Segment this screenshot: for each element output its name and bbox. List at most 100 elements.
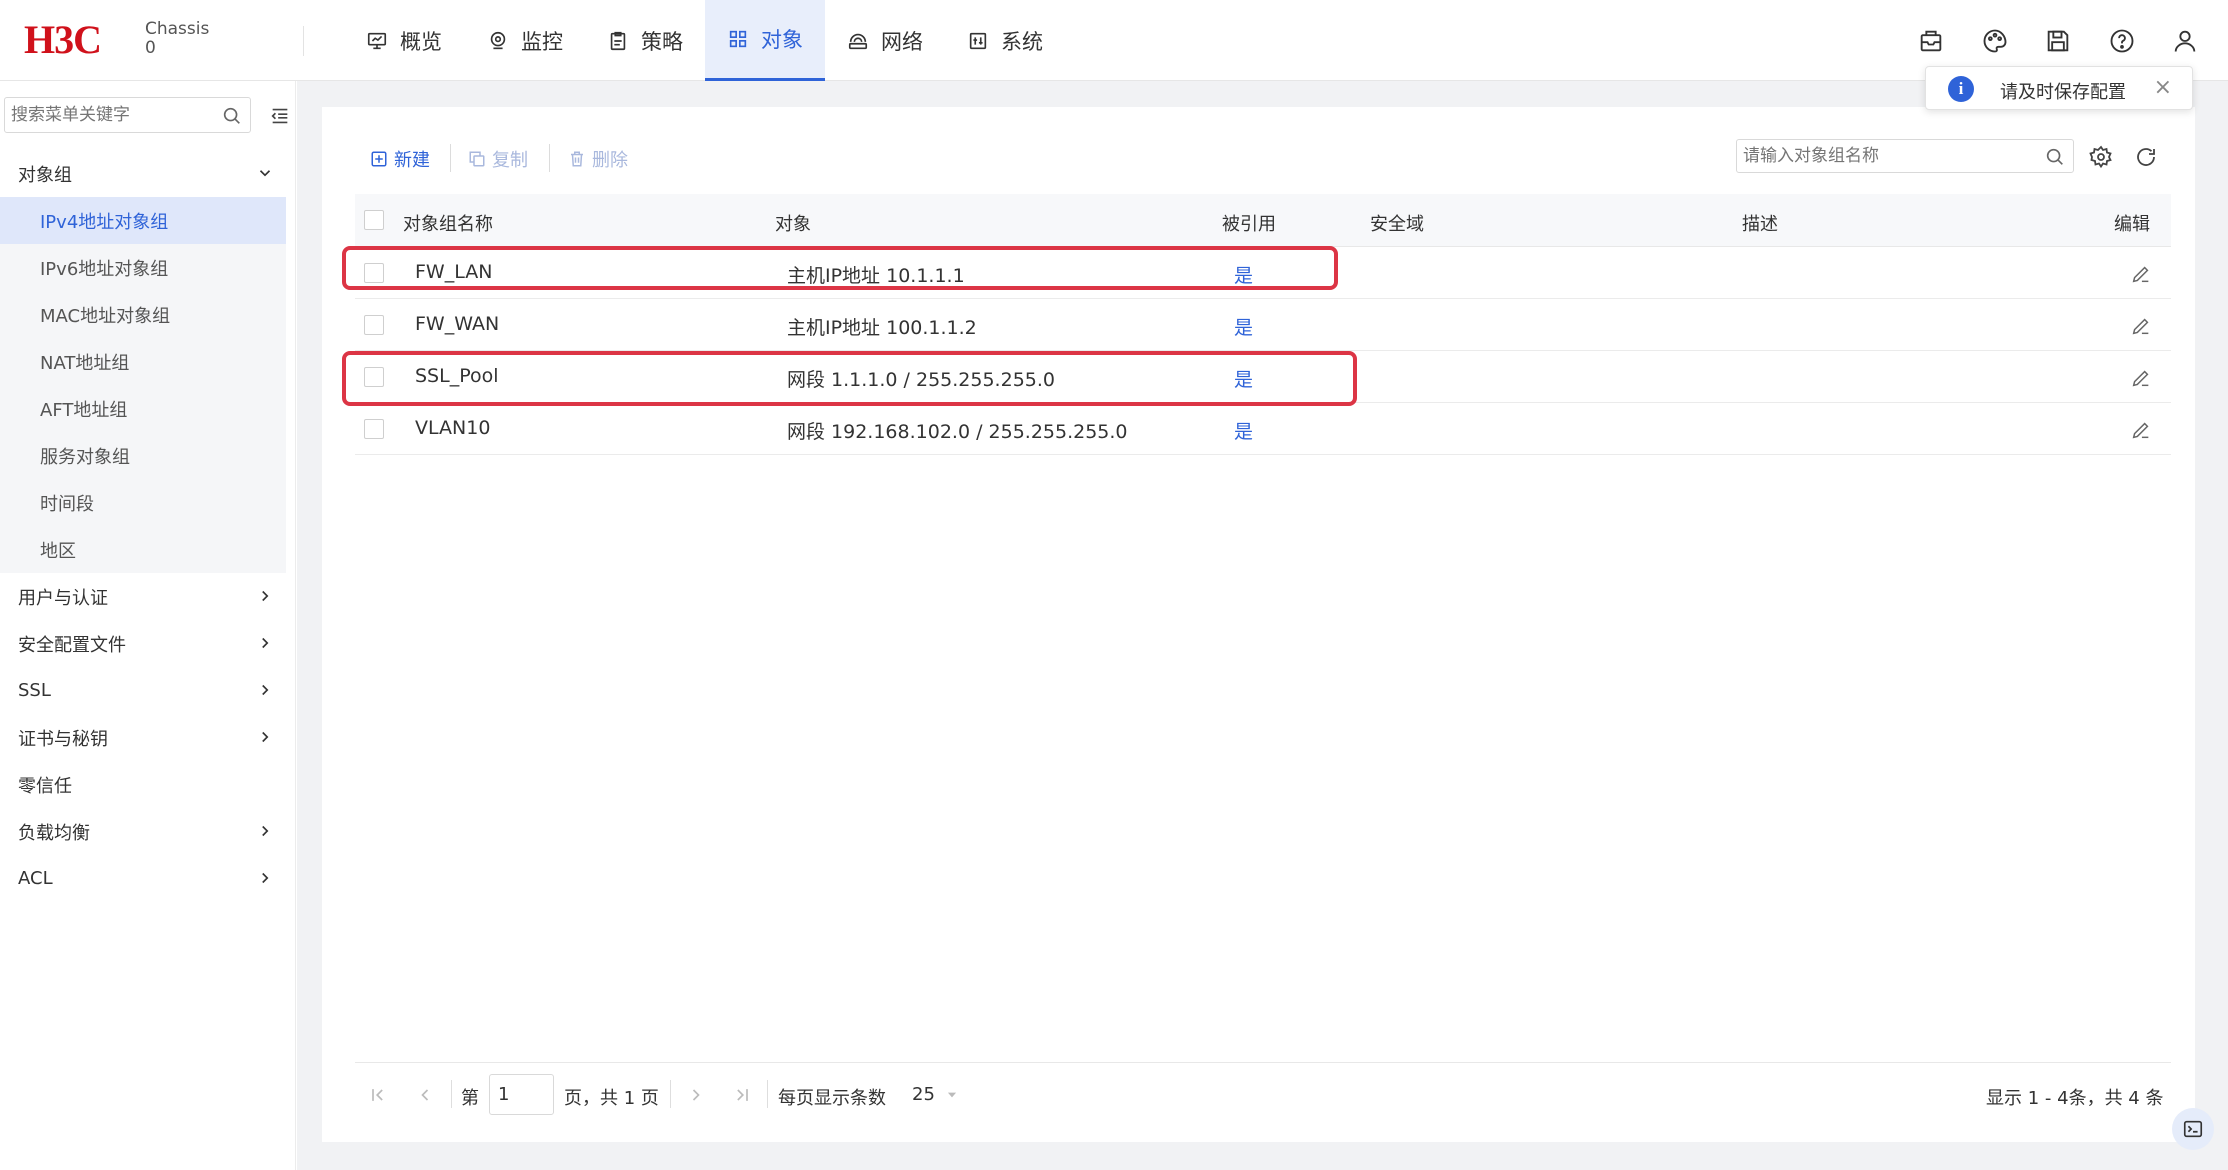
sidebar-item-service-group[interactable]: 服务对象组: [0, 432, 286, 479]
first-page-icon[interactable]: [368, 1085, 388, 1105]
edit-icon[interactable]: [2130, 263, 2152, 285]
delete-button[interactable]: 删除: [568, 144, 628, 174]
table-row[interactable]: VLAN10 网段 192.168.102.0 / 255.255.255.0 …: [355, 403, 2171, 455]
help-icon[interactable]: [2108, 27, 2136, 55]
tab-label: 对象: [761, 28, 803, 52]
sidebar-item-aft-group[interactable]: AFT地址组: [0, 385, 286, 432]
search-icon[interactable]: [221, 105, 243, 127]
grid-icon: [729, 30, 747, 48]
copy-label: 复制: [492, 150, 528, 171]
location-pin-icon: [490, 31, 506, 49]
referenced-link[interactable]: 是: [1234, 313, 1253, 340]
save-icon[interactable]: [2044, 27, 2072, 55]
sidebar-item-load-balance[interactable]: 负载均衡: [0, 808, 290, 855]
mailbox-icon[interactable]: [1917, 27, 1945, 55]
tab-policy[interactable]: 策略: [607, 0, 703, 81]
sidebar-item-zero-trust[interactable]: 零信任: [0, 761, 290, 808]
new-button[interactable]: 新建: [370, 144, 430, 174]
device-name: Chassis: [145, 19, 210, 39]
close-icon[interactable]: ×: [2154, 75, 2172, 101]
prev-page-icon[interactable]: [415, 1085, 435, 1105]
sidebar-item-label: IPv4地址对象组: [40, 211, 169, 233]
tab-objects[interactable]: 对象: [705, 0, 825, 81]
edit-icon[interactable]: [2130, 367, 2152, 389]
column-header[interactable]: 被引用: [1222, 210, 1276, 236]
select-all-checkbox[interactable]: [364, 210, 384, 230]
sidebar-item-ipv4-group[interactable]: IPv4地址对象组: [0, 197, 286, 244]
divider: [451, 1080, 452, 1108]
terminal-icon: [2183, 1120, 2203, 1138]
search-icon[interactable]: [2044, 146, 2066, 168]
edit-icon[interactable]: [2130, 419, 2152, 441]
page-prefix: 第: [461, 1088, 479, 1109]
sidebar-item-time-range[interactable]: 时间段: [0, 479, 286, 526]
sidebar-item-label: 用户与认证: [18, 587, 108, 609]
column-header[interactable]: 对象组名称: [403, 210, 493, 236]
divider: [450, 144, 451, 172]
table-row[interactable]: FW_WAN 主机IP地址 100.1.1.2 是: [355, 299, 2171, 351]
sidebar-item-ipv6-group[interactable]: IPv6地址对象组: [0, 244, 286, 291]
row-checkbox[interactable]: [364, 315, 384, 335]
row-checkbox[interactable]: [364, 419, 384, 439]
last-page-icon[interactable]: [732, 1085, 752, 1105]
system-icon: [969, 32, 987, 49]
sidebar-item-label: 证书与秘钥: [18, 728, 108, 750]
sidebar-item-security-profile[interactable]: 安全配置文件: [0, 620, 290, 667]
page-number-input[interactable]: [489, 1074, 554, 1115]
sidebar-item-mac-group[interactable]: MAC地址对象组: [0, 291, 286, 338]
divider: [549, 144, 550, 172]
gear-icon[interactable]: [2089, 145, 2113, 169]
per-page-select[interactable]: 25: [912, 1084, 959, 1105]
menu-search-input[interactable]: [4, 97, 251, 133]
group-object: 网段 192.168.102.0 / 255.255.255.0: [787, 421, 1128, 443]
brand-logo[interactable]: H3C: [24, 20, 102, 60]
per-page-value: 25: [912, 1084, 935, 1105]
terminal-button[interactable]: [2172, 1108, 2214, 1150]
chevron-right-icon: [262, 825, 269, 837]
tab-overview[interactable]: 概览: [366, 0, 462, 81]
tab-label: 概览: [400, 29, 442, 54]
column-header[interactable]: 对象: [775, 210, 811, 236]
sidebar-item-label: IPv6地址对象组: [40, 258, 169, 280]
sidebar-item-ssl[interactable]: SSL: [0, 667, 290, 714]
sidebar-item-region[interactable]: 地区: [0, 526, 286, 573]
divider: [767, 1080, 768, 1108]
palette-icon[interactable]: [1981, 27, 2009, 55]
clipboard-icon: [610, 31, 626, 50]
page-suffix: 页，共 1 页: [564, 1088, 659, 1109]
user-icon[interactable]: [2171, 27, 2199, 55]
next-page-icon[interactable]: [686, 1085, 706, 1105]
referenced-link[interactable]: 是: [1234, 417, 1253, 444]
sidebar-item-acl[interactable]: ACL: [0, 855, 290, 902]
sidebar-item-cert-key[interactable]: 证书与秘钥: [0, 714, 290, 761]
chevron-right-icon: [262, 637, 269, 649]
edit-icon[interactable]: [2130, 315, 2152, 337]
collapse-menu-icon[interactable]: [269, 105, 291, 127]
chevron-right-icon: [262, 731, 269, 743]
tab-monitor[interactable]: 监控: [487, 0, 583, 81]
group-name: FW_WAN: [415, 313, 500, 335]
chevron-right-icon: [262, 684, 269, 696]
sidebar-item-label: ACL: [18, 868, 53, 889]
tab-network[interactable]: 网络: [847, 0, 943, 81]
sidebar-group-objects[interactable]: 对象组: [0, 150, 290, 197]
sidebar-item-label: 负载均衡: [18, 822, 90, 844]
delete-label: 删除: [592, 150, 628, 171]
group-object: 主机IP地址 100.1.1.2: [787, 317, 977, 339]
trash-icon: [571, 151, 583, 167]
highlight-box: [342, 246, 1338, 290]
tab-label: 策略: [641, 29, 683, 54]
sidebar-item-user-auth[interactable]: 用户与认证: [0, 573, 290, 620]
device-info: Chassis 0: [145, 20, 209, 58]
tab-system[interactable]: 系统: [967, 0, 1063, 81]
column-header[interactable]: 描述: [1742, 210, 1778, 236]
group-search-input[interactable]: [1736, 139, 2074, 173]
sidebar-item-label: MAC地址对象组: [40, 305, 171, 327]
refresh-icon[interactable]: [2134, 145, 2158, 169]
copy-button[interactable]: 复制: [468, 144, 528, 174]
column-header[interactable]: 安全域: [1370, 210, 1424, 236]
table-header: 对象组名称 对象 被引用 安全域 描述 编辑: [355, 194, 2171, 247]
sidebar-item-label: 时间段: [40, 493, 94, 515]
add-icon: [371, 151, 387, 167]
sidebar-item-nat-group[interactable]: NAT地址组: [0, 338, 286, 385]
